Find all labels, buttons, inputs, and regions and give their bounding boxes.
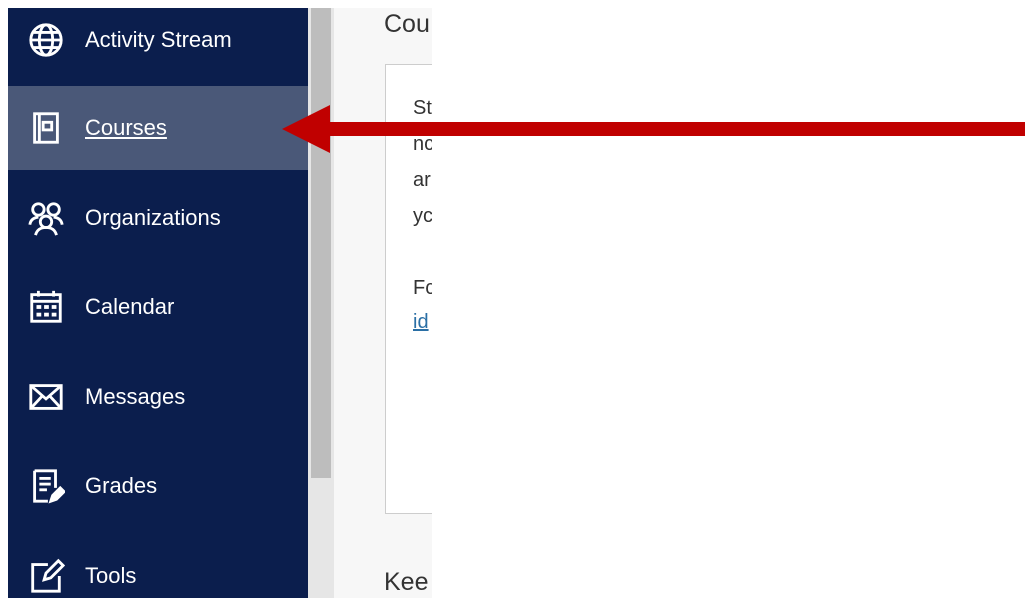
globe-icon <box>26 20 66 60</box>
sidebar-item-label: Tools <box>85 563 137 588</box>
sidebar-item-label: Grades <box>85 473 158 498</box>
grades-icon <box>26 466 66 506</box>
scrollbar-thumb[interactable] <box>311 8 331 478</box>
sidebar-item-label: Organizations <box>85 205 221 230</box>
sidebar-item-messages[interactable]: Messages <box>8 355 308 439</box>
sidebar-item-label: Courses <box>85 115 167 140</box>
book-icon <box>26 108 66 148</box>
sidebar-item-activity-stream[interactable]: Activity Stream <box>8 8 308 82</box>
main-content: Cou St nc ar yc Fc id Kee <box>334 8 432 598</box>
sidebar-item-calendar[interactable]: Calendar <box>8 265 308 349</box>
envelope-icon <box>26 377 66 417</box>
tools-icon <box>26 556 66 596</box>
card-text: nc <box>413 133 432 155</box>
sidebar-item-label: Calendar <box>85 294 175 319</box>
sidebar-item-label: Messages <box>85 384 186 409</box>
card-text: ar <box>413 169 431 191</box>
sidebar-item-label: Activity Stream <box>85 27 232 52</box>
page-title: Cou <box>384 10 430 38</box>
sidebar-item-tools[interactable]: Tools <box>8 534 308 598</box>
section-heading: Kee <box>384 568 429 596</box>
card-link[interactable]: id <box>413 311 429 334</box>
people-icon <box>26 198 66 238</box>
sidebar-scrollbar[interactable] <box>308 8 334 598</box>
sidebar-item-organizations[interactable]: Organizations <box>8 176 308 260</box>
card-text: yc <box>413 205 432 227</box>
card-text: St <box>413 97 432 119</box>
sidebar-item-grades[interactable]: Grades <box>8 444 308 528</box>
sidebar-nav: Activity Stream Courses Organizations Ca… <box>8 8 308 598</box>
sidebar-item-courses[interactable]: Courses <box>8 86 308 170</box>
info-card: St nc ar yc Fc id <box>385 64 432 514</box>
card-text: Fc <box>413 277 432 299</box>
calendar-icon <box>26 287 66 327</box>
